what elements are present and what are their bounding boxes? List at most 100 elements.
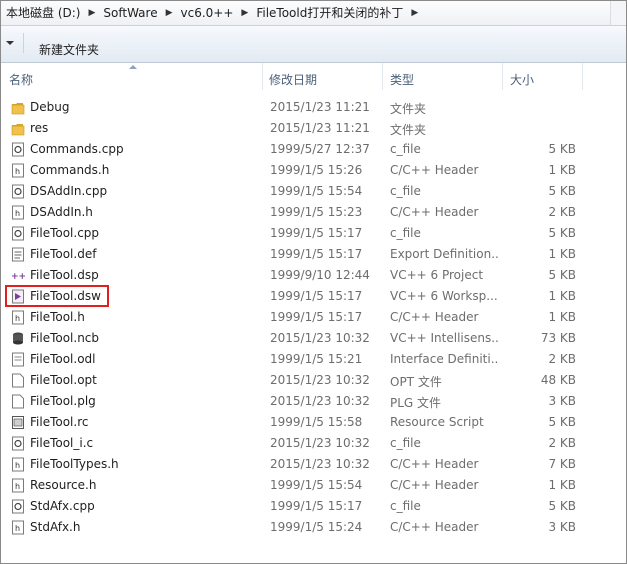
file-date: 2015/1/23 10:32	[270, 436, 370, 450]
file-name[interactable]: DSAddIn.cpp	[30, 184, 107, 198]
address-scrollbar[interactable]	[610, 1, 626, 25]
file-row[interactable]: FileTool.dsw 1999/1/5 15:17 VC++ 6 Worksp.…	[1, 285, 626, 307]
file-row[interactable]: FileTool.opt 2015/1/23 10:32 OPT 文件 48 KB	[1, 370, 626, 391]
header-file-icon: h	[11, 310, 25, 325]
file-row[interactable]: FileTool.odl 1999/1/5 15:21 Interface Defi…	[1, 349, 626, 370]
file-type: C/C++ Header	[390, 520, 479, 534]
database-file-icon	[11, 331, 25, 346]
file-row[interactable]: Debug 2015/1/23 11:21 文件夹	[1, 97, 626, 118]
file-row[interactable]: h FileToolTypes.h 2015/1/23 10:32 C/C++ Hea…	[1, 454, 626, 475]
file-name[interactable]: FileTool.ncb	[30, 331, 99, 345]
column-headers: 名称 修改日期 类型 大小	[1, 63, 626, 90]
chevron-right-icon[interactable]: ▶	[406, 8, 423, 18]
file-row[interactable]: h Resource.h 1999/1/5 15:54 C/C++ Header 1 K…	[1, 475, 626, 496]
file-name[interactable]: FileTool_i.c	[30, 436, 93, 450]
file-size: 1 KB	[548, 247, 576, 261]
breadcrumb-filetool[interactable]: FileToold打开和关闭的补丁	[253, 4, 406, 21]
folder-icon	[11, 100, 25, 115]
new-folder-button[interactable]: 新建文件夹	[39, 41, 99, 58]
file-row[interactable]: ++ FileTool.dsp 1999/9/10 12:44 VC++ 6 Proj…	[1, 265, 626, 286]
file-row[interactable]: StdAfx.cpp 1999/1/5 15:17 c_file 5 KB	[1, 496, 626, 517]
file-type: PLG 文件	[390, 396, 442, 410]
file-type: OPT 文件	[390, 375, 442, 389]
column-header-date[interactable]: 修改日期	[269, 71, 317, 88]
file-name[interactable]: Resource.h	[30, 478, 96, 492]
column-divider[interactable]	[502, 63, 503, 90]
chevron-right-icon[interactable]: ▶	[236, 8, 253, 18]
file-name[interactable]: DSAddIn.h	[30, 205, 93, 219]
file-type: c_file	[390, 142, 421, 156]
file-name[interactable]: StdAfx.cpp	[30, 499, 95, 513]
column-divider[interactable]	[582, 63, 583, 90]
file-date: 1999/1/5 15:17	[270, 310, 363, 324]
breadcrumb-drive[interactable]: 本地磁盘 (D:)	[3, 4, 83, 21]
file-row[interactable]: h Commands.h 1999/1/5 15:26 C/C++ Header 1 K…	[1, 160, 626, 181]
breadcrumb-vc6[interactable]: vc6.0++	[178, 6, 237, 20]
breadcrumb-software[interactable]: SoftWare	[100, 6, 160, 20]
file-type: Interface Definiti...	[390, 352, 498, 366]
file-name[interactable]: Debug	[30, 100, 69, 114]
file-row[interactable]: DSAddIn.cpp 1999/1/5 15:54 c_file 5 KB	[1, 181, 626, 202]
column-header-size[interactable]: 大小	[510, 71, 534, 88]
file-row[interactable]: FileTool.ncb 2015/1/23 10:32 VC++ Intellis…	[1, 328, 626, 349]
file-size: 7 KB	[548, 457, 576, 471]
file-name[interactable]: FileTool.odl	[30, 352, 96, 366]
file-name[interactable]: Commands.h	[30, 163, 109, 177]
odl-file-icon	[11, 352, 25, 367]
chevron-right-icon[interactable]: ▶	[161, 8, 178, 18]
file-size: 5 KB	[548, 499, 576, 513]
file-type: VC++ 6 Project	[390, 268, 484, 282]
file-date: 2015/1/23 10:32	[270, 457, 370, 471]
file-row[interactable]: h DSAddIn.h 1999/1/5 15:23 C/C++ Header 2 KB	[1, 202, 626, 223]
header-file-icon: h	[11, 478, 25, 493]
command-bar: 新建文件夹	[1, 26, 626, 63]
file-row[interactable]: FileTool.rc 1999/1/5 15:58 Resource Script…	[1, 412, 626, 433]
file-name[interactable]: Commands.cpp	[30, 142, 124, 156]
file-name[interactable]: FileTool.dsw	[30, 289, 101, 303]
file-row[interactable]: res 2015/1/23 11:21 文件夹	[1, 118, 626, 139]
file-row[interactable]: FileTool.cpp 1999/1/5 15:17 c_file 5 KB	[1, 223, 626, 244]
column-divider[interactable]	[382, 63, 383, 90]
chevron-right-icon[interactable]: ▶	[83, 8, 100, 18]
file-name[interactable]: FileTool.def	[30, 247, 96, 261]
column-divider[interactable]	[262, 63, 263, 90]
file-row[interactable]: h FileTool.h 1999/1/5 15:17 C/C++ Header 1 K…	[1, 307, 626, 328]
header-file-icon: h	[11, 520, 25, 535]
file-name[interactable]: FileTool.plg	[30, 394, 96, 408]
file-row[interactable]: FileTool.plg 2015/1/23 10:32 PLG 文件 3 KB	[1, 391, 626, 412]
column-header-type[interactable]: 类型	[390, 71, 414, 88]
file-date: 1999/1/5 15:17	[270, 226, 363, 240]
cpp-file-icon	[11, 226, 25, 241]
file-name[interactable]: StdAfx.h	[30, 520, 80, 534]
file-row[interactable]: FileTool_i.c 2015/1/23 10:32 c_file 2 KB	[1, 433, 626, 454]
file-name[interactable]: FileTool.opt	[30, 373, 97, 387]
file-date: 1999/1/5 15:24	[270, 520, 363, 534]
svg-text:h: h	[15, 461, 20, 470]
file-name[interactable]: FileTool.h	[30, 310, 85, 324]
file-date: 1999/9/10 12:44	[270, 268, 370, 282]
file-size: 1 KB	[548, 310, 576, 324]
svg-text:h: h	[15, 482, 20, 491]
file-list: Debug 2015/1/23 11:21 文件夹 res 2015/1/23 11:2…	[1, 97, 626, 538]
file-date: 1999/1/5 15:23	[270, 205, 363, 219]
file-name[interactable]: res	[30, 121, 48, 135]
file-size: 5 KB	[548, 268, 576, 282]
file-date: 1999/1/5 15:54	[270, 184, 363, 198]
explorer-window: 本地磁盘 (D:) ▶ SoftWare ▶ vc6.0++ ▶ FileToo…	[0, 0, 627, 564]
address-bar[interactable]: 本地磁盘 (D:) ▶ SoftWare ▶ vc6.0++ ▶ FileToo…	[1, 1, 626, 26]
file-date: 2015/1/23 11:21	[270, 100, 370, 114]
file-name[interactable]: FileTool.cpp	[30, 226, 99, 240]
organize-dropdown[interactable]	[1, 33, 24, 53]
file-row[interactable]: FileTool.def 1999/1/5 15:17 Export Definit…	[1, 244, 626, 265]
file-name[interactable]: FileToolTypes.h	[30, 457, 119, 471]
file-name[interactable]: FileTool.dsp	[30, 268, 99, 282]
file-name[interactable]: FileTool.rc	[30, 415, 88, 429]
file-date: 1999/5/27 12:37	[270, 142, 370, 156]
dsw-file-icon	[11, 289, 25, 304]
header-file-icon: h	[11, 457, 25, 472]
header-file-icon: h	[11, 163, 25, 178]
file-date: 1999/1/5 15:54	[270, 478, 363, 492]
column-header-name[interactable]: 名称	[9, 71, 33, 88]
file-row[interactable]: h StdAfx.h 1999/1/5 15:24 C/C++ Header 3 KB	[1, 517, 626, 538]
file-row[interactable]: Commands.cpp 1999/5/27 12:37 c_file 5 KB	[1, 139, 626, 160]
